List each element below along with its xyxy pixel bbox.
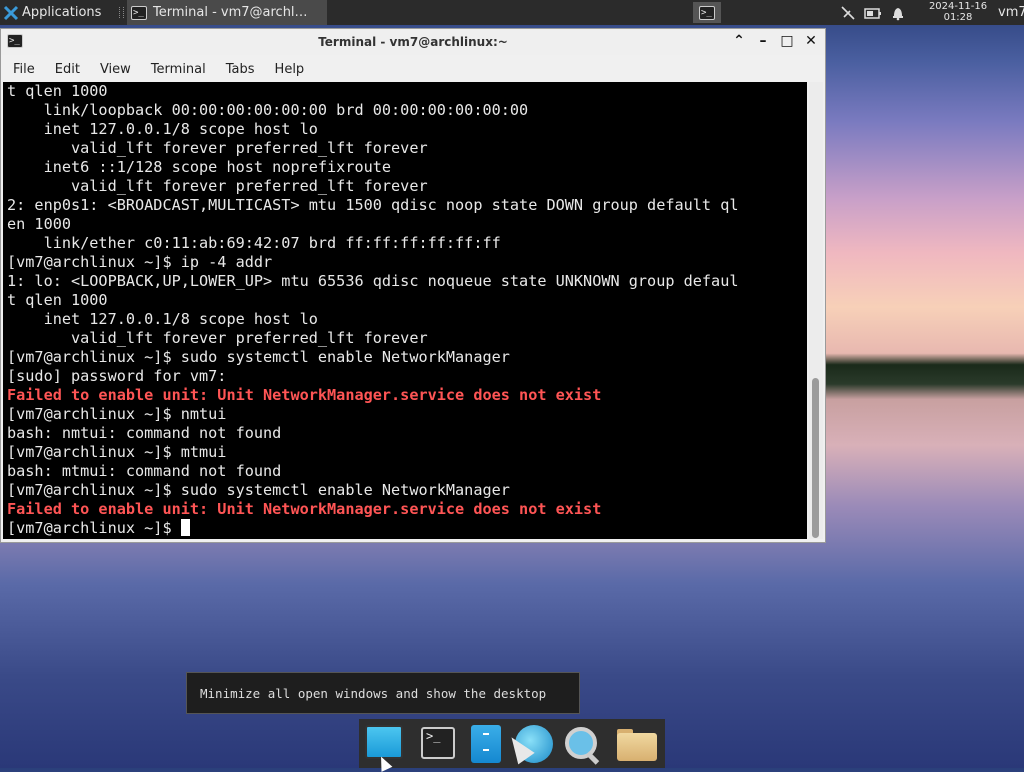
close-button[interactable]: ✕ — [803, 33, 819, 49]
terminal-icon: >_ — [131, 5, 147, 20]
terminal-prompt-line: [vm7@archlinux ~]$ — [7, 519, 739, 538]
terminal-line: [sudo] password for vm7: — [7, 367, 227, 385]
file-cabinet-launcher[interactable] — [467, 725, 505, 763]
terminal-line: en 1000 — [7, 215, 72, 233]
window-title: Terminal - vm7@archlinux:~ — [318, 35, 508, 49]
clock-time: 01:28 — [943, 12, 973, 23]
search-launcher[interactable] — [563, 725, 601, 765]
terminal-line: bash: mtmui: command not found — [7, 462, 282, 480]
show-desktop-button[interactable]: >_ — [693, 2, 721, 23]
terminal-line: valid_lft forever preferred_lft forever — [7, 177, 428, 195]
clock-date: 2024-11-16 — [928, 1, 988, 12]
terminal-line: inet 127.0.0.1/8 scope host lo — [7, 310, 318, 328]
terminal-line: valid_lft forever preferred_lft forever — [7, 139, 428, 157]
terminal-error-line: Failed to enable unit: Unit NetworkManag… — [7, 500, 602, 518]
applications-label: Applications — [22, 5, 102, 20]
menu-edit[interactable]: Edit — [51, 62, 88, 77]
menu-help[interactable]: Help — [271, 62, 313, 77]
notification-bell-icon[interactable] — [890, 5, 906, 21]
scrollbar-thumb[interactable] — [812, 378, 819, 538]
panel-separator — [119, 7, 124, 18]
terminal-line: link/ether c0:11:ab:69:42:07 brd ff:ff:f… — [7, 234, 501, 252]
terminal-line: link/loopback 00:00:00:00:00:00 brd 00:0… — [7, 101, 529, 119]
terminal-line: bash: nmtui: command not found — [7, 424, 282, 442]
maximize-button[interactable]: □ — [779, 33, 795, 49]
user-menu[interactable]: vm7 — [998, 5, 1024, 20]
clock[interactable]: 2024-11-16 01:28 — [925, 1, 991, 23]
window-titlebar[interactable]: >_ Terminal - vm7@archlinux:~ ⌃ – □ ✕ — [1, 29, 825, 55]
terminal-line: valid_lft forever preferred_lft forever — [7, 329, 428, 347]
applications-menu-button[interactable]: Applications — [0, 0, 101, 25]
top-panel: Applications >_ Terminal - vm7@archl… >_… — [0, 0, 1024, 25]
terminal-prompt: [vm7@archlinux ~]$ — [7, 519, 181, 537]
terminal-line: [vm7@archlinux ~]$ sudo systemctl enable… — [7, 348, 510, 366]
menu-terminal[interactable]: Terminal — [147, 62, 214, 77]
terminal-line: [vm7@archlinux ~]$ mtmui — [7, 443, 227, 461]
web-browser-launcher[interactable] — [503, 725, 553, 765]
terminal-icon: >_ — [421, 727, 455, 759]
menu-bar: File Edit View Terminal Tabs Help — [1, 57, 825, 81]
dock: >_ — [359, 719, 665, 768]
terminal-lines: t qlen 1000 link/loopback 00:00:00:00:00… — [7, 82, 739, 538]
terminal-launcher[interactable]: >_ — [419, 725, 457, 763]
xfce-logo-icon — [3, 5, 19, 20]
text-cursor — [180, 519, 190, 536]
terminal-line: 2: enp0s1: <BROADCAST,MULTICAST> mtu 150… — [7, 196, 739, 214]
task-title: Terminal - vm7@archl… — [153, 5, 308, 20]
folder-icon — [617, 733, 657, 761]
terminal-line: [vm7@archlinux ~]$ ip -4 addr — [7, 253, 273, 271]
terminal-scrollbar[interactable] — [809, 82, 823, 539]
terminal-window: >_ Terminal - vm7@archlinux:~ ⌃ – □ ✕ Fi… — [0, 28, 826, 543]
shade-button[interactable]: ⌃ — [731, 33, 747, 49]
battery-icon[interactable] — [864, 5, 882, 21]
file-cabinet-icon — [471, 725, 501, 763]
network-disconnected-icon[interactable] — [840, 5, 856, 21]
taskbar-terminal-button[interactable]: >_ Terminal - vm7@archl… — [127, 0, 327, 25]
menu-file[interactable]: File — [9, 62, 43, 77]
menu-tabs[interactable]: Tabs — [222, 62, 263, 77]
terminal-line: t qlen 1000 — [7, 82, 108, 100]
show-desktop-tooltip: Minimize all open windows and show the d… — [186, 672, 580, 714]
terminal-line: inet6 ::1/128 scope host noprefixroute — [7, 158, 392, 176]
terminal-line: [vm7@archlinux ~]$ nmtui — [7, 405, 227, 423]
terminal-line: t qlen 1000 — [7, 291, 108, 309]
terminal-error-line: Failed to enable unit: Unit NetworkManag… — [7, 386, 602, 404]
terminal-line: inet 127.0.0.1/8 scope host lo — [7, 120, 318, 138]
menu-view[interactable]: View — [96, 62, 139, 77]
system-tray — [840, 0, 906, 25]
minimize-button[interactable]: – — [755, 33, 771, 49]
terminal-output[interactable]: t qlen 1000 link/loopback 00:00:00:00:00… — [3, 82, 807, 539]
terminal-line: 1: lo: <LOOPBACK,UP,LOWER_UP> mtu 65536 … — [7, 272, 739, 290]
terminal-line: [vm7@archlinux ~]$ sudo systemctl enable… — [7, 481, 510, 499]
home-folder-launcher[interactable] — [617, 725, 657, 763]
terminal-icon: >_ — [699, 5, 715, 20]
